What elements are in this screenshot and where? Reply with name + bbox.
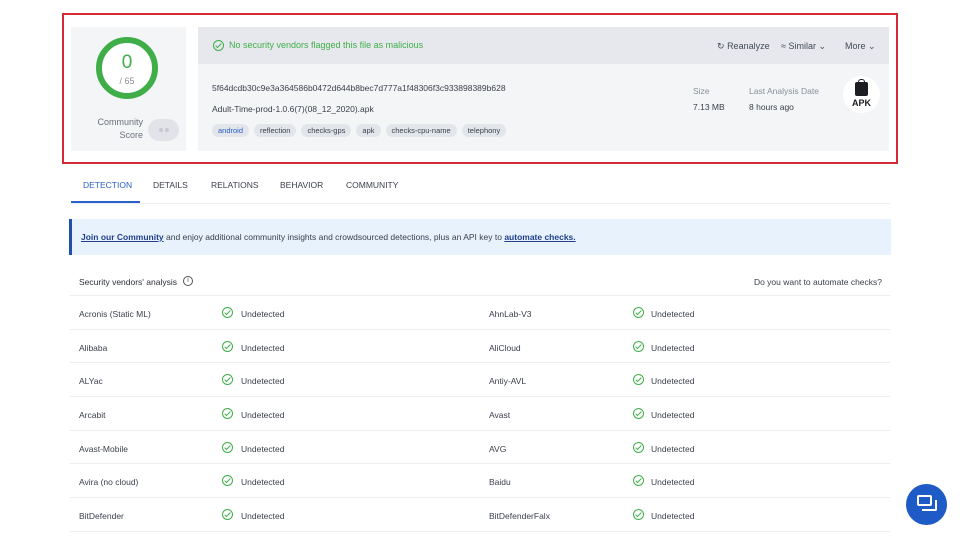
- check-circle-icon: [633, 307, 644, 318]
- tab-relations[interactable]: RELATIONS: [211, 180, 259, 190]
- tab-community[interactable]: COMMUNITY: [346, 180, 398, 190]
- vendor-status: Undetected: [651, 309, 695, 319]
- vendor-status: Undetected: [241, 342, 285, 353]
- table-row: BitDefender Undetected BitDefenderFalx Unde…: [70, 498, 890, 532]
- vendor-status: Undetected: [241, 443, 285, 454]
- tag[interactable]: checks-cpu-name: [385, 124, 457, 137]
- vendor-status: Undetected: [651, 376, 695, 387]
- vendor-status: Undetected: [241, 410, 285, 421]
- check-circle-icon: [633, 441, 644, 453]
- active-tab-indicator: [71, 201, 140, 203]
- check-circle-icon: [633, 509, 644, 521]
- vendor-status: Undetected: [241, 511, 285, 522]
- vendor-status: Undetected: [651, 342, 695, 353]
- table-row: Avast-Mobile Undetected AVG Undetected: [70, 431, 890, 465]
- refresh-icon: ↻: [717, 41, 725, 51]
- report-tabs: DETECTION DETAILS RELATIONS BEHAVIOR COM…: [70, 170, 890, 204]
- vendor-status: Undetected: [241, 376, 285, 387]
- reanalyze-button[interactable]: ↻ Reanalyze: [717, 41, 770, 52]
- tag[interactable]: apk: [356, 124, 381, 137]
- apk-file-icon: APK: [843, 76, 880, 113]
- check-circle-icon: [633, 408, 644, 420]
- tab-behavior[interactable]: BEHAVIOR: [280, 180, 323, 190]
- file-name: Adult-Time-prod-1.0.6(7)(08_12_2020).apk: [212, 104, 374, 114]
- automate-checks-prompt[interactable]: Do you want to automate checks?: [754, 277, 882, 287]
- vendor-status: Undetected: [651, 410, 695, 421]
- vendor-name: Baidu: [489, 477, 511, 488]
- table-row: Acronis (Static ML) Undetected AhnLab-V3 Un…: [70, 296, 890, 330]
- table-row: ALYac Undetected Antiy-AVL Undetected: [70, 363, 890, 398]
- last-analysis-label: Last Analysis Date: [749, 86, 819, 96]
- table-header: Security vendors' analysis i Do you want…: [70, 267, 890, 296]
- similar-icon: ≈: [781, 41, 786, 51]
- check-circle-icon: [222, 374, 233, 386]
- tag[interactable]: reflection: [254, 124, 297, 137]
- check-circle-icon: [222, 441, 233, 453]
- join-community-banner: Join our Community and enjoy additional …: [69, 219, 891, 255]
- tab-detection[interactable]: DETECTION: [83, 180, 132, 190]
- table-row: Alibaba Undetected AliCloud Undetected: [70, 330, 890, 364]
- community-score-box: 0 / 65 Community Score: [71, 27, 186, 151]
- file-info-box: No security vendors flagged this file as…: [198, 27, 889, 151]
- verdict-message: No security vendors flagged this file as…: [229, 40, 424, 50]
- check-circle-icon: [222, 307, 233, 318]
- vendor-status: Undetected: [651, 511, 695, 522]
- vendor-name: Arcabit: [79, 410, 106, 421]
- similar-button[interactable]: ≈ Similar ⌄: [781, 41, 826, 52]
- file-hash[interactable]: 5f64dcdb30c9e3a364586b0472d644b8bec7d777…: [212, 83, 506, 93]
- tag[interactable]: android: [212, 124, 250, 137]
- tag[interactable]: checks-gps: [301, 124, 352, 137]
- chat-button[interactable]: [906, 484, 947, 525]
- vendor-name: Avast-Mobile: [79, 443, 128, 454]
- check-circle-icon: [633, 475, 644, 487]
- vendor-name: AhnLab-V3: [489, 309, 532, 319]
- detection-total: / 65: [119, 76, 135, 86]
- more-button[interactable]: More ⌄: [845, 41, 876, 52]
- vendor-name: ALYac: [79, 376, 103, 387]
- size-value: 7.13 MB: [693, 102, 725, 112]
- join-community-link[interactable]: Join our Community: [81, 232, 164, 242]
- vendor-status: Undetected: [651, 477, 695, 488]
- check-circle-icon: [213, 40, 224, 51]
- vendor-name: Avast: [489, 410, 511, 421]
- vendor-name: BitDefender: [79, 511, 124, 522]
- vendor-status: Undetected: [241, 477, 285, 488]
- check-circle-icon: [222, 408, 233, 420]
- check-circle-icon: [633, 340, 644, 352]
- vendor-status: Undetected: [241, 309, 285, 319]
- tab-details[interactable]: DETAILS: [153, 180, 188, 190]
- automate-checks-link[interactable]: automate checks.: [504, 232, 575, 242]
- vendors-title: Security vendors' analysis: [79, 277, 177, 287]
- vendor-status: Undetected: [651, 443, 695, 454]
- vendor-name: BitDefenderFalx: [489, 511, 550, 522]
- check-circle-icon: [633, 374, 644, 386]
- tag[interactable]: telephony: [461, 124, 507, 137]
- detection-count: 0: [121, 52, 133, 73]
- check-circle-icon: [222, 340, 233, 352]
- table-row: Arcabit Undetected Avast Undetected: [70, 397, 890, 431]
- check-circle-icon: [222, 509, 233, 521]
- banner-text: Join our Community and enjoy additional …: [81, 232, 576, 242]
- detection-score-ring: 0 / 65: [96, 37, 158, 99]
- community-score-label: Community Score: [97, 117, 143, 140]
- file-summary-card: 0 / 65 Community Score No security vendo…: [62, 13, 898, 164]
- vendor-name: Antiy-AVL: [489, 376, 527, 387]
- info-icon[interactable]: i: [183, 276, 193, 286]
- chevron-down-icon: ⌄: [818, 41, 827, 51]
- size-label: Size: [693, 86, 710, 96]
- vendor-name: Alibaba: [79, 342, 108, 353]
- vendor-name: AliCloud: [489, 342, 521, 353]
- vendor-name: Acronis (Static ML): [79, 309, 151, 319]
- vendor-name: Avira (no cloud): [79, 477, 139, 488]
- table-row: Avira (no cloud) Undetected Baidu Undetecte…: [70, 464, 890, 499]
- community-vote-toggle[interactable]: [148, 119, 179, 141]
- vendor-analysis-table: Security vendors' analysis i Do you want…: [70, 267, 890, 532]
- check-circle-icon: [222, 475, 233, 487]
- vendor-name: AVG: [489, 443, 507, 454]
- chevron-down-icon: ⌄: [868, 41, 876, 51]
- file-tags: android reflection checks-gps apk checks…: [212, 124, 507, 137]
- verdict-header: No security vendors flagged this file as…: [198, 27, 889, 64]
- last-analysis-value: 8 hours ago: [749, 102, 794, 112]
